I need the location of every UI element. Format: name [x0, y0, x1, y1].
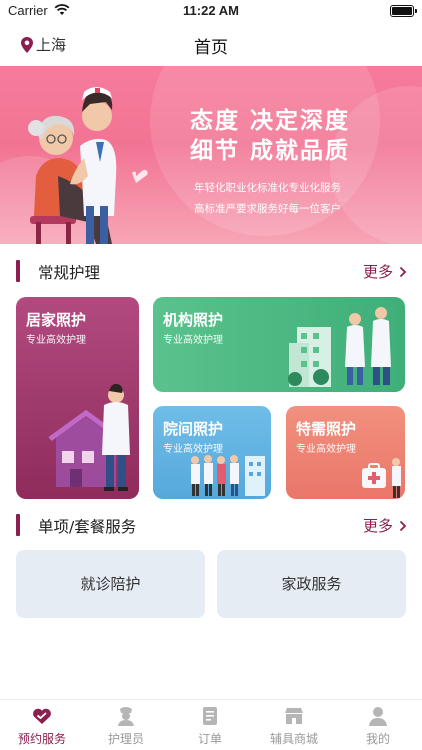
tab-profile[interactable]: 我的: [336, 704, 420, 747]
service-tile-escort[interactable]: 就诊陪护: [16, 550, 205, 618]
medical-kit-illustration: [362, 458, 401, 498]
care-card-special[interactable]: 特需照护 专业高效护理: [286, 406, 405, 499]
care-card-home[interactable]: 居家照护 专业高效护理: [16, 297, 139, 499]
card-title: 特需照护: [296, 420, 357, 438]
care-card-institution[interactable]: 机构照护 专业高效护理: [153, 297, 405, 392]
chevron-right-icon: [399, 266, 407, 277]
section-header-care: 常规护理 更多: [0, 258, 422, 284]
section-header-packages: 单项/套餐服务 更多: [0, 512, 422, 538]
banner-headline-2: 细节 成就品质: [190, 138, 351, 164]
card-subtitle: 专业高效护理: [163, 335, 223, 346]
status-time: 11:22 AM: [183, 3, 239, 18]
section-title: 单项/套餐服务: [38, 518, 137, 536]
section-accent-bar: [16, 514, 20, 536]
promo-banner[interactable]: 态度 决定深度 细节 成就品质 年轻化职业化标准化专业化服务 高标准严要求服务好…: [0, 66, 422, 244]
chevron-right-icon: [399, 520, 407, 531]
care-card-transfer[interactable]: 院间照护 专业高效护理: [153, 406, 271, 499]
nurse-icon: [118, 707, 134, 726]
banner-headline-1: 态度 决定深度: [190, 108, 351, 134]
tab-shop[interactable]: 辅具商城: [252, 704, 336, 747]
card-title: 居家照护: [26, 311, 87, 329]
tab-orders[interactable]: 订单: [168, 704, 252, 747]
status-bar: Carrier 11:22 AM: [0, 0, 422, 24]
medical-team-illustration: [191, 455, 265, 496]
house-doctor-illustration: [48, 383, 130, 491]
section-accent-bar: [16, 260, 20, 282]
more-label: 更多: [362, 517, 393, 535]
tab-booking[interactable]: 预约服务: [0, 704, 84, 747]
tab-label: 预约服务: [17, 732, 66, 746]
hospital-staff-illustration: [288, 307, 391, 387]
tab-label: 护理员: [107, 732, 144, 746]
card-subtitle: 专业高效护理: [296, 444, 356, 455]
tab-label: 我的: [365, 732, 390, 746]
nav-bar: 上海 首页: [0, 24, 422, 64]
service-tile-housekeeping[interactable]: 家政服务: [217, 550, 406, 618]
tab-label: 订单: [197, 732, 222, 746]
tab-caregivers[interactable]: 护理员: [84, 704, 168, 747]
banner-subline-1: 年轻化职业化标准化专业化服务: [194, 182, 341, 194]
more-label: 更多: [362, 263, 393, 281]
banner-subline-2: 高标准严要求服务好每一位客户: [194, 203, 341, 215]
more-link-care[interactable]: 更多: [363, 261, 407, 282]
section-title: 常规护理: [38, 264, 101, 282]
bottom-tab-bar: 预约服务 护理员 订单 辅具商城 我的: [0, 699, 422, 750]
profile-icon: [369, 707, 387, 726]
card-subtitle: 专业高效护理: [26, 335, 86, 346]
page-title: 首页: [194, 38, 228, 58]
card-title: 院间照护: [163, 420, 224, 438]
tab-label: 辅具商城: [269, 732, 318, 746]
more-link-packages[interactable]: 更多: [363, 515, 407, 536]
heart-icon: [33, 708, 51, 724]
caregiver-illustration: [28, 87, 148, 244]
order-icon: [203, 707, 217, 725]
card-title: 机构照护: [163, 311, 224, 329]
shop-icon: [285, 708, 303, 724]
battery-icon: [390, 5, 417, 17]
